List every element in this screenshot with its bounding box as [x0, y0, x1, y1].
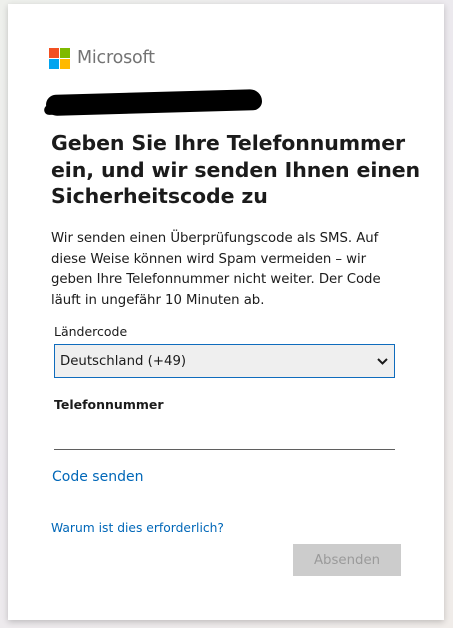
phone-number-input[interactable] [54, 420, 395, 450]
submit-button[interactable]: Absenden [293, 544, 401, 576]
logo-square-red [49, 48, 59, 58]
logo-square-green [60, 48, 70, 58]
logo-square-blue [49, 59, 59, 69]
sign-in-card: Microsoft Geben Sie Ihre Telefonnummer e… [8, 4, 444, 620]
why-required-link[interactable]: Warum ist dies erforderlich? [51, 521, 224, 535]
chevron-down-icon [376, 355, 388, 367]
microsoft-logo: Microsoft [49, 48, 155, 69]
redacted-account-identity [45, 88, 263, 117]
send-code-link[interactable]: Code senden [52, 469, 143, 485]
page-description: Wir senden einen Überprüfungscode als SM… [51, 231, 381, 308]
country-code-select[interactable]: Deutschland (+49) [54, 344, 395, 378]
microsoft-logo-icon [49, 48, 70, 69]
phone-number-label: Telefonnummer [54, 397, 164, 412]
country-code-selected-value: Deutschland (+49) [60, 353, 187, 369]
logo-square-yellow [60, 59, 70, 69]
country-code-label: Ländercode [54, 324, 128, 339]
brand-name: Microsoft [77, 47, 155, 68]
page-title: Geben Sie Ihre Telefonnummer ein, und wi… [51, 131, 421, 208]
